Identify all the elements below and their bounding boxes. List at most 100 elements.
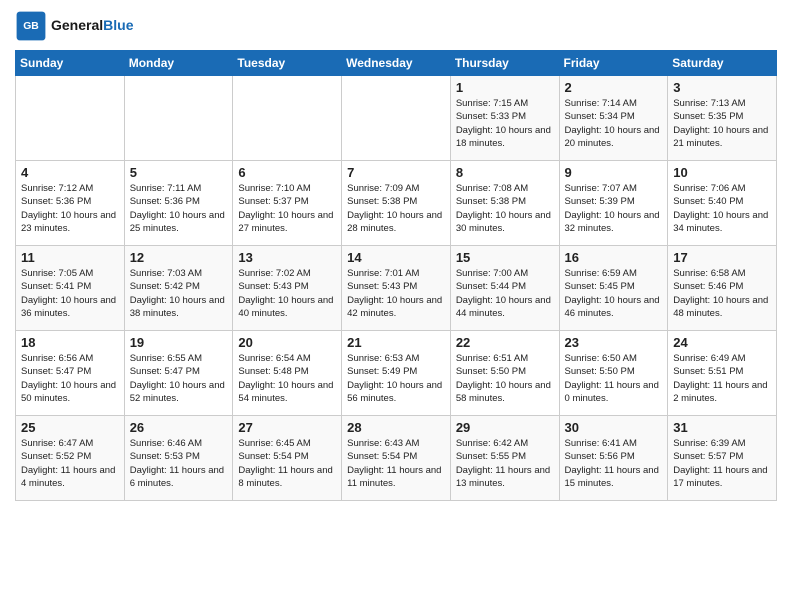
day-number: 13	[238, 250, 336, 265]
day-number: 7	[347, 165, 445, 180]
calendar-header-row: SundayMondayTuesdayWednesdayThursdayFrid…	[16, 51, 777, 76]
day-number: 1	[456, 80, 554, 95]
weekday-header-thursday: Thursday	[450, 51, 559, 76]
day-number: 24	[673, 335, 771, 350]
calendar-cell: 2Sunrise: 7:14 AM Sunset: 5:34 PM Daylig…	[559, 76, 668, 161]
calendar-cell: 27 Sunrise: 6:45 AM Sunset: 5:54 PM Dayli…	[233, 416, 342, 501]
day-info: Sunrise: 7:01 AM Sunset: 5:43 PM Dayligh…	[347, 267, 445, 320]
day-info: Sunrise: 6:55 AM Sunset: 5:47 PM Dayligh…	[130, 352, 228, 405]
day-number: 19	[130, 335, 228, 350]
calendar-cell: 15 Sunrise: 7:00 AM Sunset: 5:44 PM Dayli…	[450, 246, 559, 331]
calendar-cell: 19 Sunrise: 6:55 AM Sunset: 5:47 PM Dayli…	[124, 331, 233, 416]
day-info: Sunrise: 6:46 AM Sunset: 5:53 PM Dayligh…	[130, 437, 228, 490]
day-info: Sunrise: 7:00 AM Sunset: 5:44 PM Dayligh…	[456, 267, 554, 320]
weekday-header-wednesday: Wednesday	[342, 51, 451, 76]
day-info: Sunrise: 6:41 AM Sunset: 5:56 PM Dayligh…	[565, 437, 663, 490]
day-info: Sunrise: 6:47 AM Sunset: 5:52 PM Dayligh…	[21, 437, 119, 490]
calendar-cell	[16, 76, 125, 161]
day-info: Sunrise: 7:09 AM Sunset: 5:38 PM Dayligh…	[347, 182, 445, 235]
day-info: Sunrise: 7:08 AM Sunset: 5:38 PM Dayligh…	[456, 182, 554, 235]
calendar-cell: 14 Sunrise: 7:01 AM Sunset: 5:43 PM Dayli…	[342, 246, 451, 331]
calendar-week-5: 25 Sunrise: 6:47 AM Sunset: 5:52 PM Dayli…	[16, 416, 777, 501]
day-info: Sunrise: 7:15 AM Sunset: 5:33 PM Dayligh…	[456, 97, 554, 150]
day-number: 14	[347, 250, 445, 265]
weekday-header-friday: Friday	[559, 51, 668, 76]
day-info: Sunrise: 7:05 AM Sunset: 5:41 PM Dayligh…	[21, 267, 119, 320]
calendar-cell: 28 Sunrise: 6:43 AM Sunset: 5:54 PM Dayli…	[342, 416, 451, 501]
day-number: 2	[565, 80, 663, 95]
calendar-cell: 1 Sunrise: 7:15 AM Sunset: 5:33 PM Daylig…	[450, 76, 559, 161]
calendar-week-4: 18Sunrise: 6:56 AM Sunset: 5:47 PM Dayli…	[16, 331, 777, 416]
calendar-cell	[124, 76, 233, 161]
logo: GB GeneralBlue	[15, 10, 133, 42]
day-number: 6	[238, 165, 336, 180]
svg-text:GB: GB	[23, 21, 39, 32]
page-header: GB GeneralBlue	[15, 10, 777, 42]
calendar-week-2: 4 Sunrise: 7:12 AM Sunset: 5:36 PM Daylig…	[16, 161, 777, 246]
calendar-cell: 17 Sunrise: 6:58 AM Sunset: 5:46 PM Dayli…	[668, 246, 777, 331]
calendar-cell: 26 Sunrise: 6:46 AM Sunset: 5:53 PM Dayli…	[124, 416, 233, 501]
day-number: 9	[565, 165, 663, 180]
logo-icon: GB	[15, 10, 47, 42]
calendar-cell: 23 Sunrise: 6:50 AM Sunset: 5:50 PM Dayli…	[559, 331, 668, 416]
calendar-cell: 30 Sunrise: 6:41 AM Sunset: 5:56 PM Dayli…	[559, 416, 668, 501]
weekday-header-saturday: Saturday	[668, 51, 777, 76]
day-number: 22	[456, 335, 554, 350]
day-number: 30	[565, 420, 663, 435]
day-info: Sunrise: 6:39 AM Sunset: 5:57 PM Dayligh…	[673, 437, 771, 490]
day-info: Sunrise: 6:50 AM Sunset: 5:50 PM Dayligh…	[565, 352, 663, 405]
calendar-cell: 8Sunrise: 7:08 AM Sunset: 5:38 PM Daylig…	[450, 161, 559, 246]
day-info: Sunrise: 6:58 AM Sunset: 5:46 PM Dayligh…	[673, 267, 771, 320]
day-info: Sunrise: 6:49 AM Sunset: 5:51 PM Dayligh…	[673, 352, 771, 405]
calendar-body: 1 Sunrise: 7:15 AM Sunset: 5:33 PM Daylig…	[16, 76, 777, 501]
day-number: 31	[673, 420, 771, 435]
logo-text: GeneralBlue	[51, 18, 133, 33]
day-number: 20	[238, 335, 336, 350]
day-number: 25	[21, 420, 119, 435]
calendar-cell: 18Sunrise: 6:56 AM Sunset: 5:47 PM Dayli…	[16, 331, 125, 416]
day-info: Sunrise: 7:11 AM Sunset: 5:36 PM Dayligh…	[130, 182, 228, 235]
calendar-cell: 21 Sunrise: 6:53 AM Sunset: 5:49 PM Dayli…	[342, 331, 451, 416]
day-info: Sunrise: 6:45 AM Sunset: 5:54 PM Dayligh…	[238, 437, 336, 490]
calendar-cell: 16 Sunrise: 6:59 AM Sunset: 5:45 PM Dayli…	[559, 246, 668, 331]
day-number: 23	[565, 335, 663, 350]
day-number: 10	[673, 165, 771, 180]
day-number: 15	[456, 250, 554, 265]
calendar-cell: 22Sunrise: 6:51 AM Sunset: 5:50 PM Dayli…	[450, 331, 559, 416]
day-number: 27	[238, 420, 336, 435]
day-number: 4	[21, 165, 119, 180]
day-info: Sunrise: 7:12 AM Sunset: 5:36 PM Dayligh…	[21, 182, 119, 235]
day-info: Sunrise: 6:43 AM Sunset: 5:54 PM Dayligh…	[347, 437, 445, 490]
day-number: 12	[130, 250, 228, 265]
day-info: Sunrise: 7:06 AM Sunset: 5:40 PM Dayligh…	[673, 182, 771, 235]
calendar-table: SundayMondayTuesdayWednesdayThursdayFrid…	[15, 50, 777, 501]
day-info: Sunrise: 7:07 AM Sunset: 5:39 PM Dayligh…	[565, 182, 663, 235]
day-info: Sunrise: 6:59 AM Sunset: 5:45 PM Dayligh…	[565, 267, 663, 320]
calendar-cell: 5 Sunrise: 7:11 AM Sunset: 5:36 PM Daylig…	[124, 161, 233, 246]
day-number: 17	[673, 250, 771, 265]
calendar-cell: 31 Sunrise: 6:39 AM Sunset: 5:57 PM Dayli…	[668, 416, 777, 501]
calendar-cell: 6Sunrise: 7:10 AM Sunset: 5:37 PM Daylig…	[233, 161, 342, 246]
day-number: 18	[21, 335, 119, 350]
day-number: 21	[347, 335, 445, 350]
calendar-cell: 13Sunrise: 7:02 AM Sunset: 5:43 PM Dayli…	[233, 246, 342, 331]
calendar-cell: 10 Sunrise: 7:06 AM Sunset: 5:40 PM Dayli…	[668, 161, 777, 246]
day-number: 26	[130, 420, 228, 435]
day-info: Sunrise: 6:42 AM Sunset: 5:55 PM Dayligh…	[456, 437, 554, 490]
calendar-cell	[233, 76, 342, 161]
day-number: 16	[565, 250, 663, 265]
day-number: 11	[21, 250, 119, 265]
calendar-week-1: 1 Sunrise: 7:15 AM Sunset: 5:33 PM Daylig…	[16, 76, 777, 161]
day-number: 29	[456, 420, 554, 435]
day-info: Sunrise: 6:53 AM Sunset: 5:49 PM Dayligh…	[347, 352, 445, 405]
day-number: 5	[130, 165, 228, 180]
calendar-cell: 11 Sunrise: 7:05 AM Sunset: 5:41 PM Dayli…	[16, 246, 125, 331]
calendar-cell: 12Sunrise: 7:03 AM Sunset: 5:42 PM Dayli…	[124, 246, 233, 331]
day-number: 3	[673, 80, 771, 95]
day-number: 28	[347, 420, 445, 435]
weekday-header-monday: Monday	[124, 51, 233, 76]
calendar-cell: 24 Sunrise: 6:49 AM Sunset: 5:51 PM Dayli…	[668, 331, 777, 416]
day-info: Sunrise: 7:13 AM Sunset: 5:35 PM Dayligh…	[673, 97, 771, 150]
calendar-cell: 4 Sunrise: 7:12 AM Sunset: 5:36 PM Daylig…	[16, 161, 125, 246]
day-info: Sunrise: 6:54 AM Sunset: 5:48 PM Dayligh…	[238, 352, 336, 405]
